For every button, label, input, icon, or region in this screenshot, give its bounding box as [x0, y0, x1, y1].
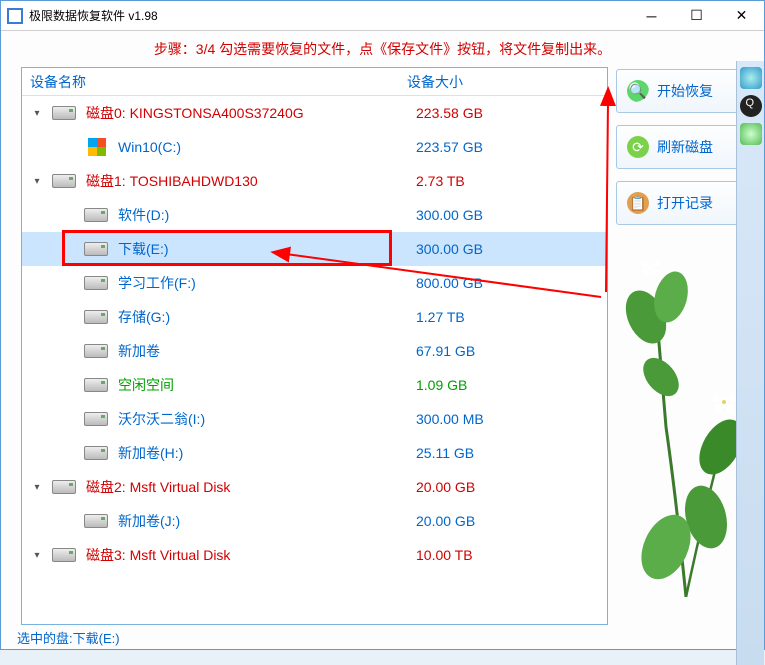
- row-label: 磁盘1: TOSHIBAHDWD130: [86, 171, 416, 191]
- column-size[interactable]: 设备大小: [407, 72, 607, 92]
- expander-icon[interactable]: ▾: [30, 482, 44, 493]
- drive-icon: [84, 446, 108, 460]
- row-label: 软件(D:): [118, 205, 416, 225]
- step-instruction: 步骤：3/4 勾选需要恢复的文件，点《保存文件》按钮，将文件复制出来。: [1, 31, 764, 67]
- drive-icon: [84, 242, 108, 256]
- tree-row-d2p0[interactable]: 新加卷(J:)20.00 GB: [22, 504, 607, 538]
- tree-row-d3[interactable]: ▾ 磁盘3: Msft Virtual Disk10.00 TB: [22, 538, 607, 572]
- drive-icon: [52, 174, 76, 188]
- titlebar: 极限数据恢复软件 v1.98 ─ ☐ ✕: [1, 1, 764, 31]
- refresh-disks-button[interactable]: ⟳ 刷新磁盘: [616, 125, 756, 169]
- row-size: 800.00 GB: [416, 275, 483, 291]
- device-tree-panel: 设备名称 设备大小 ▾ 磁盘0: KINGSTONSA400S37240G223.…: [21, 67, 608, 625]
- tree-row-d0p0[interactable]: Win10(C:)223.57 GB: [22, 130, 607, 164]
- minimize-button[interactable]: ─: [629, 1, 674, 30]
- row-size: 2.73 TB: [416, 173, 465, 189]
- tree-row-d1[interactable]: ▾ 磁盘1: TOSHIBAHDWD1302.73 TB: [22, 164, 607, 198]
- refresh-disks-label: 刷新磁盘: [657, 137, 713, 157]
- tree-body[interactable]: ▾ 磁盘0: KINGSTONSA400S37240G223.58 GB Win10…: [22, 96, 607, 624]
- log-icon: 📋: [627, 192, 649, 214]
- row-label: Win10(C:): [118, 139, 416, 155]
- expander-icon[interactable]: ▾: [30, 176, 44, 187]
- expander-icon[interactable]: ▾: [30, 550, 44, 561]
- row-label: 下载(E:): [118, 239, 416, 259]
- column-name[interactable]: 设备名称: [22, 72, 407, 92]
- row-size: 10.00 TB: [416, 547, 473, 563]
- dock-icon-3[interactable]: [740, 123, 762, 145]
- row-size: 1.09 GB: [416, 377, 467, 393]
- row-size: 67.91 GB: [416, 343, 475, 359]
- drive-icon: [84, 276, 108, 290]
- tree-header: 设备名称 设备大小: [22, 68, 607, 96]
- close-button[interactable]: ✕: [719, 1, 764, 30]
- row-size: 223.57 GB: [416, 139, 483, 155]
- expander-icon[interactable]: ▾: [30, 108, 44, 119]
- row-label: 新加卷(J:): [118, 511, 416, 531]
- refresh-icon: ⟳: [627, 136, 649, 158]
- drive-icon: [84, 208, 108, 222]
- drive-icon: [52, 548, 76, 562]
- windows-icon: [88, 138, 106, 156]
- drive-icon: [84, 310, 108, 324]
- tree-row-d1p1[interactable]: 下载(E:)300.00 GB: [22, 232, 607, 266]
- open-log-label: 打开记录: [657, 193, 713, 213]
- row-label: 磁盘3: Msft Virtual Disk: [86, 545, 416, 565]
- open-log-button[interactable]: 📋 打开记录: [616, 181, 756, 225]
- drive-icon: [84, 378, 108, 392]
- app-icon: [7, 8, 23, 24]
- row-label: 存储(G:): [118, 307, 416, 327]
- drive-icon: [84, 412, 108, 426]
- tree-row-d2[interactable]: ▾ 磁盘2: Msft Virtual Disk20.00 GB: [22, 470, 607, 504]
- row-size: 300.00 GB: [416, 241, 483, 257]
- right-dock: Q: [736, 61, 764, 665]
- row-label: 磁盘2: Msft Virtual Disk: [86, 477, 416, 497]
- start-recovery-label: 开始恢复: [657, 81, 713, 101]
- row-size: 1.27 TB: [416, 309, 465, 325]
- start-recovery-button[interactable]: 🔍 开始恢复: [616, 69, 756, 113]
- window-title: 极限数据恢复软件 v1.98: [29, 7, 629, 24]
- tree-row-d1p4[interactable]: 新加卷67.91 GB: [22, 334, 607, 368]
- drive-icon: [52, 106, 76, 120]
- row-size: 223.58 GB: [416, 105, 483, 121]
- tree-row-d1p7[interactable]: 新加卷(H:)25.11 GB: [22, 436, 607, 470]
- maximize-button[interactable]: ☐: [674, 1, 719, 30]
- row-size: 25.11 GB: [416, 445, 474, 461]
- status-text: 选中的盘:下载(E:): [17, 628, 120, 647]
- status-bar: 选中的盘:下载(E:): [1, 625, 764, 649]
- row-label: 学习工作(F:): [118, 273, 416, 293]
- drive-icon: [84, 514, 108, 528]
- row-size: 300.00 GB: [416, 207, 483, 223]
- tree-row-d0[interactable]: ▾ 磁盘0: KINGSTONSA400S37240G223.58 GB: [22, 96, 607, 130]
- magnifier-icon: 🔍: [627, 80, 649, 102]
- tree-row-d1p2[interactable]: 学习工作(F:)800.00 GB: [22, 266, 607, 300]
- row-label: 磁盘0: KINGSTONSA400S37240G: [86, 103, 416, 123]
- tree-row-d1p6[interactable]: 沃尔沃二翁(I:)300.00 MB: [22, 402, 607, 436]
- row-label: 新加卷: [118, 341, 416, 361]
- row-label: 新加卷(H:): [118, 443, 416, 463]
- row-size: 20.00 GB: [416, 479, 475, 495]
- row-size: 300.00 MB: [416, 411, 484, 427]
- drive-icon: [52, 480, 76, 494]
- row-size: 20.00 GB: [416, 513, 475, 529]
- tree-row-d1p5[interactable]: 空闲空间1.09 GB: [22, 368, 607, 402]
- row-label: 沃尔沃二翁(I:): [118, 409, 416, 429]
- dock-icon-qq[interactable]: Q: [740, 95, 762, 117]
- tree-row-d1p0[interactable]: 软件(D:)300.00 GB: [22, 198, 607, 232]
- row-label: 空闲空间: [118, 375, 416, 395]
- dock-icon-1[interactable]: [740, 67, 762, 89]
- tree-row-d1p3[interactable]: 存储(G:)1.27 TB: [22, 300, 607, 334]
- drive-icon: [84, 344, 108, 358]
